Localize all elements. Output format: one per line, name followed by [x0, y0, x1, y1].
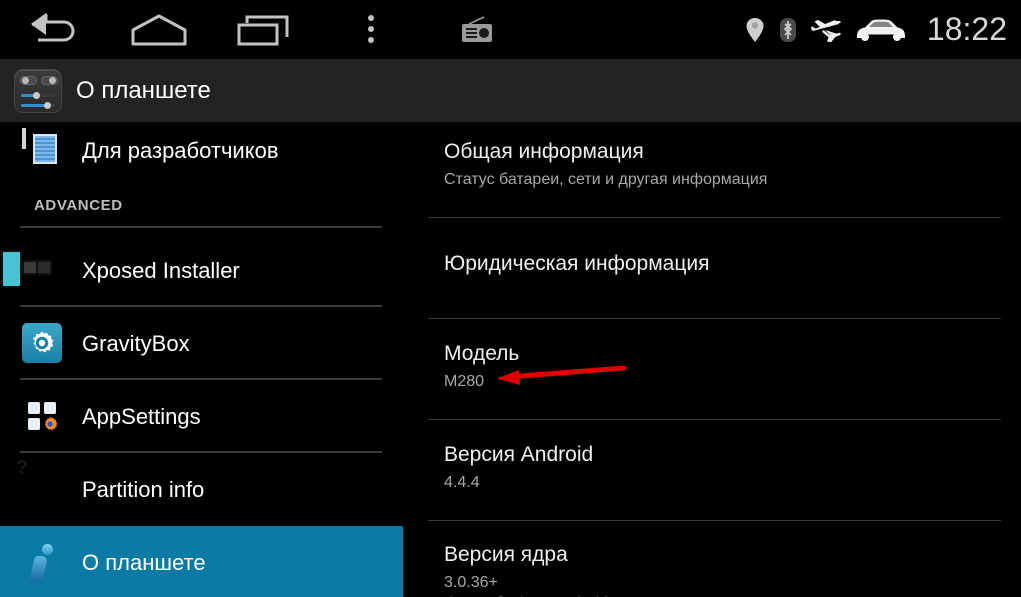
android-settings-screen: 18:22 О планшете Для разработчиков ADVAN… — [0, 0, 1021, 597]
airplane-mode-icon — [810, 16, 841, 44]
home-icon[interactable] — [106, 0, 212, 59]
sidebar-item-partition-info[interactable]: Partition info — [0, 453, 403, 526]
about-tablet-icon — [22, 542, 64, 584]
developer-options-icon — [22, 128, 64, 172]
sidebar-item-label: Для разработчиков — [82, 138, 279, 163]
sidebar-section-header: ADVANCED — [34, 197, 123, 214]
gravitybox-icon — [22, 322, 64, 365]
pref-general-information[interactable]: Общая информация Статус батареи, сети и … — [403, 122, 1021, 190]
pref-model[interactable]: Модель M280 — [403, 319, 1021, 392]
status-clock: 18:22 — [926, 11, 1007, 47]
bluetooth-icon — [779, 17, 797, 43]
pref-title: Модель — [444, 342, 520, 366]
sidebar-item-label: GravityBox — [82, 330, 190, 356]
pref-subtitle: 3.0.36+ rks160@winca-android #1 — [444, 574, 630, 597]
sidebar-item-gravitybox[interactable]: GravityBox — [0, 307, 403, 380]
status-icons: 18:22 — [745, 0, 1007, 59]
sidebar-item-label: О планшете — [82, 550, 206, 575]
settings-sliders-icon — [14, 68, 62, 113]
sidebar-item-developer-options[interactable]: Для разработчиков — [0, 122, 403, 180]
pref-title: Юридическая информация — [444, 252, 710, 276]
settings-sidebar: Для разработчиков ADVANCED Xposed Instal… — [0, 122, 403, 597]
pref-title: Версия Android — [444, 443, 594, 467]
title-bar: О планшете — [0, 59, 1021, 122]
car-mode-icon — [855, 17, 907, 43]
sidebar-item-label: Xposed Installer — [82, 257, 240, 283]
pref-subtitle: Статус батареи, сети и другая информация — [444, 171, 768, 188]
status-bar: 18:22 — [0, 0, 1021, 59]
navigation-bar — [0, 0, 530, 59]
sidebar-item-appsettings[interactable]: AppSettings — [0, 380, 403, 453]
pref-title: Версия ядра — [444, 543, 568, 567]
partition-info-icon — [22, 469, 64, 511]
pref-kernel-version[interactable]: Версия ядра 3.0.36+ rks160@winca-android… — [403, 521, 1021, 597]
about-tablet-panel: Общая информация Статус батареи, сети и … — [403, 122, 1021, 597]
overflow-menu-icon[interactable] — [318, 0, 424, 59]
sidebar-item-xposed-installer[interactable]: Xposed Installer — [0, 234, 403, 307]
page-title: О планшете — [76, 76, 211, 104]
sidebar-divider — [20, 226, 382, 228]
back-icon[interactable] — [0, 0, 106, 59]
sidebar-item-label: AppSettings — [82, 403, 201, 429]
xposed-installer-icon — [1, 249, 64, 292]
pref-subtitle: M280 — [444, 373, 485, 391]
recents-icon[interactable] — [212, 0, 318, 59]
sidebar-item-about-tablet[interactable]: О планшете — [0, 526, 403, 597]
radio-icon[interactable] — [424, 0, 530, 59]
pref-android-version[interactable]: Версия Android 4.4.4 — [403, 420, 1021, 493]
sidebar-item-label: Partition info — [82, 476, 205, 502]
location-icon — [745, 17, 765, 43]
appsettings-icon — [22, 396, 64, 438]
pref-legal-information[interactable]: Юридическая информация — [403, 218, 1021, 276]
content-area: Для разработчиков ADVANCED Xposed Instal… — [0, 122, 1021, 597]
pref-title: Общая информация — [444, 140, 644, 163]
pref-subtitle: 4.4.4 — [444, 474, 480, 492]
